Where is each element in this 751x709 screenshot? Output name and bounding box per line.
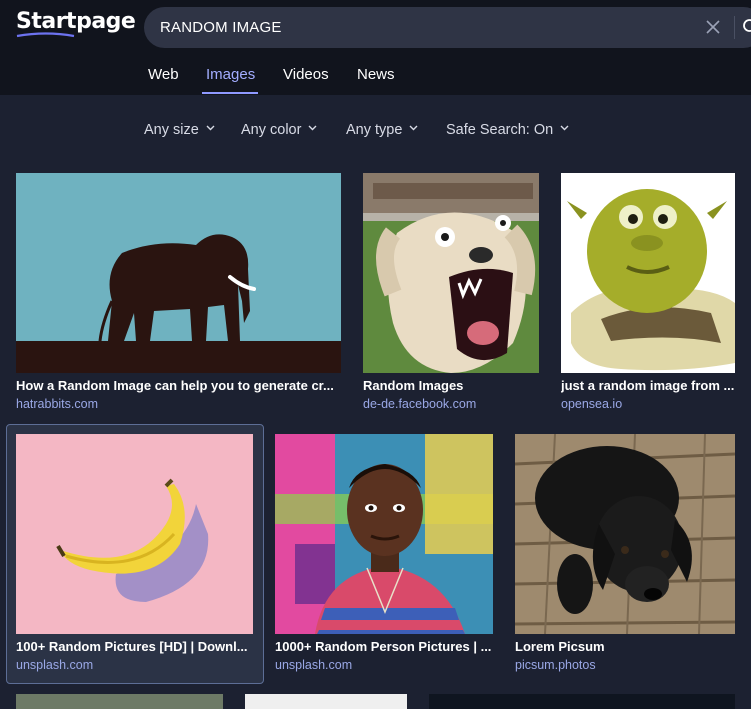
result-domain[interactable]: hatrabbits.com bbox=[16, 397, 98, 411]
chevron-down-icon bbox=[206, 125, 215, 131]
result-title[interactable]: Random Images bbox=[363, 378, 539, 393]
filter-type-label: Any type bbox=[346, 122, 403, 138]
result-thumbnail-elephant[interactable] bbox=[16, 173, 341, 373]
top-header: Startpage RANDOM IMAGE Web Images Videos… bbox=[0, 0, 751, 95]
result-thumbnail-ogre[interactable] bbox=[561, 173, 735, 373]
startpage-logo[interactable]: Startpage bbox=[16, 9, 136, 34]
result-title[interactable]: 1000+ Random Person Pictures | ... bbox=[275, 639, 493, 654]
result-title[interactable]: How a Random Image can help you to gener… bbox=[16, 378, 341, 393]
result-title[interactable]: 100+ Random Pictures [HD] | Downl... bbox=[16, 639, 253, 654]
result-thumbnail-banana[interactable] bbox=[16, 434, 253, 634]
tab-images[interactable]: Images bbox=[206, 66, 255, 83]
result-thumbnail-dog[interactable] bbox=[363, 173, 539, 373]
filter-size-label: Any size bbox=[144, 122, 199, 138]
filter-type[interactable]: Any type bbox=[346, 122, 418, 138]
result-thumbnail-next-row[interactable] bbox=[429, 694, 735, 709]
search-icon[interactable] bbox=[742, 18, 751, 36]
filter-safe-search-label: Safe Search: On bbox=[446, 122, 554, 138]
result-domain[interactable]: unsplash.com bbox=[275, 658, 352, 672]
filter-safe-search[interactable]: Safe Search: On bbox=[446, 122, 569, 138]
result-domain[interactable]: opensea.io bbox=[561, 397, 622, 411]
filter-size[interactable]: Any size bbox=[144, 122, 215, 138]
result-thumbnail-next-row[interactable] bbox=[16, 694, 223, 709]
search-divider bbox=[734, 16, 735, 39]
active-tab-indicator bbox=[202, 92, 258, 94]
filter-color-label: Any color bbox=[241, 122, 302, 138]
tab-news[interactable]: News bbox=[357, 66, 395, 83]
logo-swoosh-icon bbox=[16, 32, 75, 38]
result-domain[interactable]: picsum.photos bbox=[515, 658, 596, 672]
result-thumbnail-man[interactable] bbox=[275, 434, 493, 634]
chevron-down-icon bbox=[409, 125, 418, 131]
chevron-down-icon bbox=[560, 125, 569, 131]
result-thumbnail-next-row[interactable] bbox=[245, 694, 407, 709]
result-title[interactable]: Lorem Picsum bbox=[515, 639, 735, 654]
tab-web[interactable]: Web bbox=[148, 66, 179, 83]
chevron-down-icon bbox=[308, 125, 317, 131]
result-domain[interactable]: de-de.facebook.com bbox=[363, 397, 476, 411]
search-input[interactable]: RANDOM IMAGE bbox=[160, 19, 282, 36]
filter-color[interactable]: Any color bbox=[241, 122, 317, 138]
result-thumbnail-puppy[interactable] bbox=[515, 434, 735, 634]
result-title[interactable]: just a random image from ... bbox=[561, 378, 735, 393]
clear-search-icon[interactable] bbox=[705, 19, 721, 35]
tab-videos[interactable]: Videos bbox=[283, 66, 329, 83]
result-domain[interactable]: unsplash.com bbox=[16, 658, 93, 672]
search-bar: RANDOM IMAGE bbox=[144, 7, 751, 48]
